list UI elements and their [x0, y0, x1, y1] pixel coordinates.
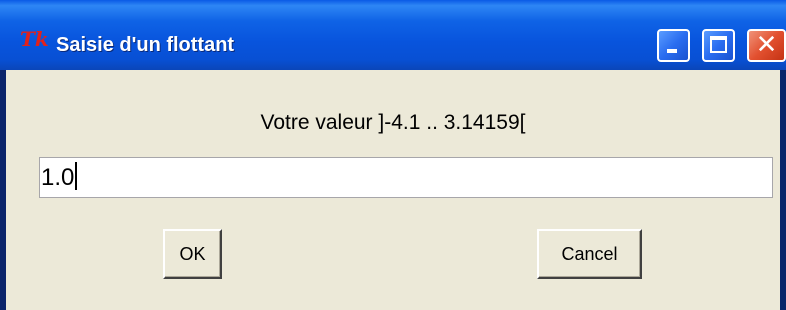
- prompt-label: Votre valeur ]-4.1 .. 3.14159[: [260, 111, 526, 134]
- window-title: Saisie d'un flottant: [56, 34, 235, 56]
- minimize-button[interactable]: [657, 29, 690, 62]
- cancel-button[interactable]: Cancel: [537, 229, 642, 279]
- dialog-window: Tk Saisie d'un flottant ✕ Votre valeur ]…: [0, 0, 786, 310]
- tk-logo-icon: Tk: [20, 27, 49, 51]
- value-input[interactable]: 1.0: [39, 157, 773, 198]
- close-button[interactable]: ✕: [747, 29, 786, 62]
- close-icon: ✕: [755, 30, 778, 60]
- maximize-icon: [710, 36, 727, 53]
- titlebar[interactable]: Tk Saisie d'un flottant ✕: [0, 0, 786, 70]
- ok-button[interactable]: OK: [163, 229, 222, 279]
- maximize-button[interactable]: [702, 29, 735, 62]
- value-input-text: 1.0: [41, 164, 75, 191]
- text-caret: [75, 162, 78, 190]
- minimize-icon: [667, 49, 677, 53]
- dialog-body: Votre valeur ]-4.1 .. 3.14159[ 1.0 OK Ca…: [6, 70, 780, 310]
